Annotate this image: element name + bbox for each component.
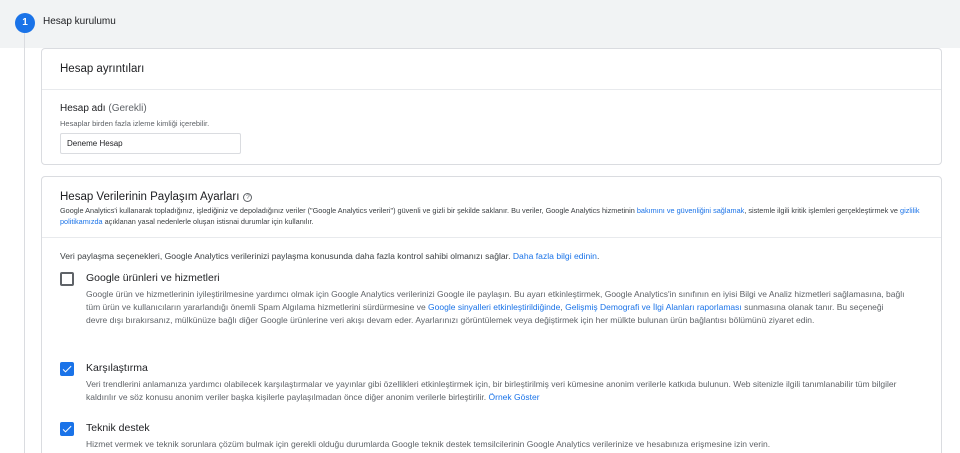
- account-name-hint: Hesaplar birden fazla izleme kimliği içe…: [60, 119, 210, 128]
- learn-more-link[interactable]: Daha fazla bilgi edinin: [513, 251, 597, 261]
- desc-text-1: Google Analytics'i kullanarak topladığın…: [60, 206, 637, 215]
- data-sharing-card: Hesap Verilerinin Paylaşım Ayarları? Goo…: [41, 176, 942, 453]
- intro-text: Veri paylaşma seçenekleri, Google Analyt…: [60, 251, 513, 261]
- intro-end: .: [596, 251, 600, 261]
- card-divider: [42, 89, 941, 90]
- benchmarking-checkbox[interactable]: [60, 362, 74, 376]
- data-sharing-description: Google Analytics'i kullanarak topladığın…: [60, 205, 930, 227]
- help-icon[interactable]: ?: [243, 193, 253, 202]
- technical-support-description: Hizmet vermek ve teknik sorunlara çözüm …: [86, 439, 771, 449]
- step-number-badge: 1: [15, 13, 35, 33]
- google-products-title[interactable]: Google ürünleri ve hizmetleri: [86, 272, 220, 284]
- check-icon: [62, 365, 72, 373]
- required-marker: (Gerekli): [108, 103, 147, 114]
- data-sharing-title: Hesap Verilerinin Paylaşım Ayarları?: [60, 191, 253, 203]
- show-example-link[interactable]: Örnek Göster: [489, 392, 540, 402]
- sharing-intro: Veri paylaşma seçenekleri, Google Analyt…: [60, 251, 599, 261]
- card-divider: [42, 237, 941, 238]
- benchmarking-title[interactable]: Karşılaştırma: [86, 362, 148, 374]
- technical-support-title[interactable]: Teknik destek: [86, 422, 150, 434]
- account-details-title: Hesap ayrıntıları: [60, 63, 145, 75]
- technical-support-checkbox[interactable]: [60, 422, 74, 436]
- google-products-checkbox[interactable]: [60, 272, 74, 286]
- step-connector-line: [24, 33, 25, 453]
- google-products-description: Google ürün ve hizmetlerinin iyileştiril…: [86, 288, 906, 327]
- step-header: 1 Hesap kurulumu: [0, 0, 960, 48]
- account-name-label: Hesap adı (Gerekli): [60, 103, 147, 114]
- desc-text-3: açıklanan yasal nedenlerle oluşan istisn…: [102, 217, 314, 226]
- account-details-card: Hesap ayrıntıları Hesap adı (Gerekli) He…: [41, 48, 942, 165]
- account-name-label-text: Hesap adı: [60, 103, 106, 114]
- step-title: Hesap kurulumu: [43, 16, 116, 27]
- google-signals-link[interactable]: Google sinyalleri etkinleştirildiğinde: [428, 302, 560, 312]
- desc-text-2: , sistemle ilgili kritik işlemleri gerçe…: [744, 206, 901, 215]
- data-sharing-title-text: Hesap Verilerinin Paylaşım Ayarları: [60, 191, 240, 203]
- benchmarking-description: Veri trendlerini anlamanıza yardımcı ola…: [86, 378, 906, 404]
- maintenance-security-link[interactable]: bakımını ve güvenliğini sağlamak: [637, 206, 744, 215]
- account-name-input[interactable]: [60, 133, 241, 154]
- check-icon: [62, 425, 72, 433]
- demographics-reports-link[interactable]: Gelişmiş Demografi ve İlgi Alanları rapo…: [565, 302, 742, 312]
